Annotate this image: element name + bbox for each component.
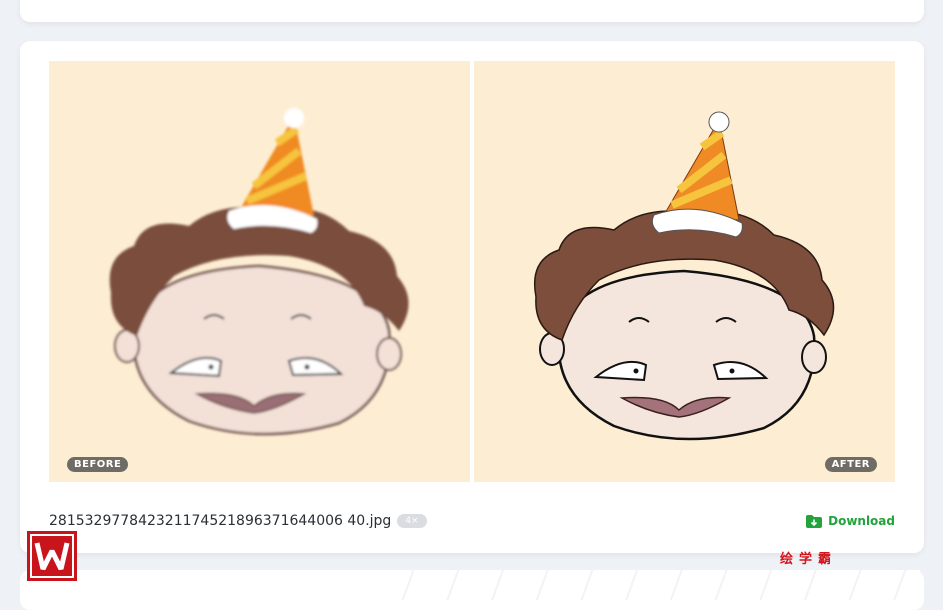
before-illustration (109, 108, 409, 436)
w-logo-icon (30, 534, 74, 578)
folder-download-icon (806, 514, 823, 528)
before-label: BEFORE (67, 457, 129, 472)
before-after-compare[interactable]: BEFORE AFTER (49, 61, 895, 482)
before-image: BEFORE (49, 61, 470, 482)
after-image: AFTER (474, 61, 895, 482)
watermark-logo (27, 531, 77, 581)
decorative-pattern (370, 570, 920, 600)
after-illustration (534, 111, 835, 441)
next-card (20, 570, 924, 610)
file-info-row: 281532977842321174521896371644006 40.jpg… (49, 510, 895, 532)
file-name: 281532977842321174521896371644006 40.jpg (49, 513, 392, 529)
download-button[interactable]: Download (806, 514, 895, 528)
after-label: AFTER (824, 457, 877, 472)
previous-card (20, 0, 924, 22)
scale-badge: 4× (397, 514, 427, 528)
download-label: Download (828, 514, 895, 528)
watermark-text: 绘学霸 (780, 552, 838, 567)
result-card: BEFORE AFTER 281532977842321174521896371… (20, 41, 924, 553)
